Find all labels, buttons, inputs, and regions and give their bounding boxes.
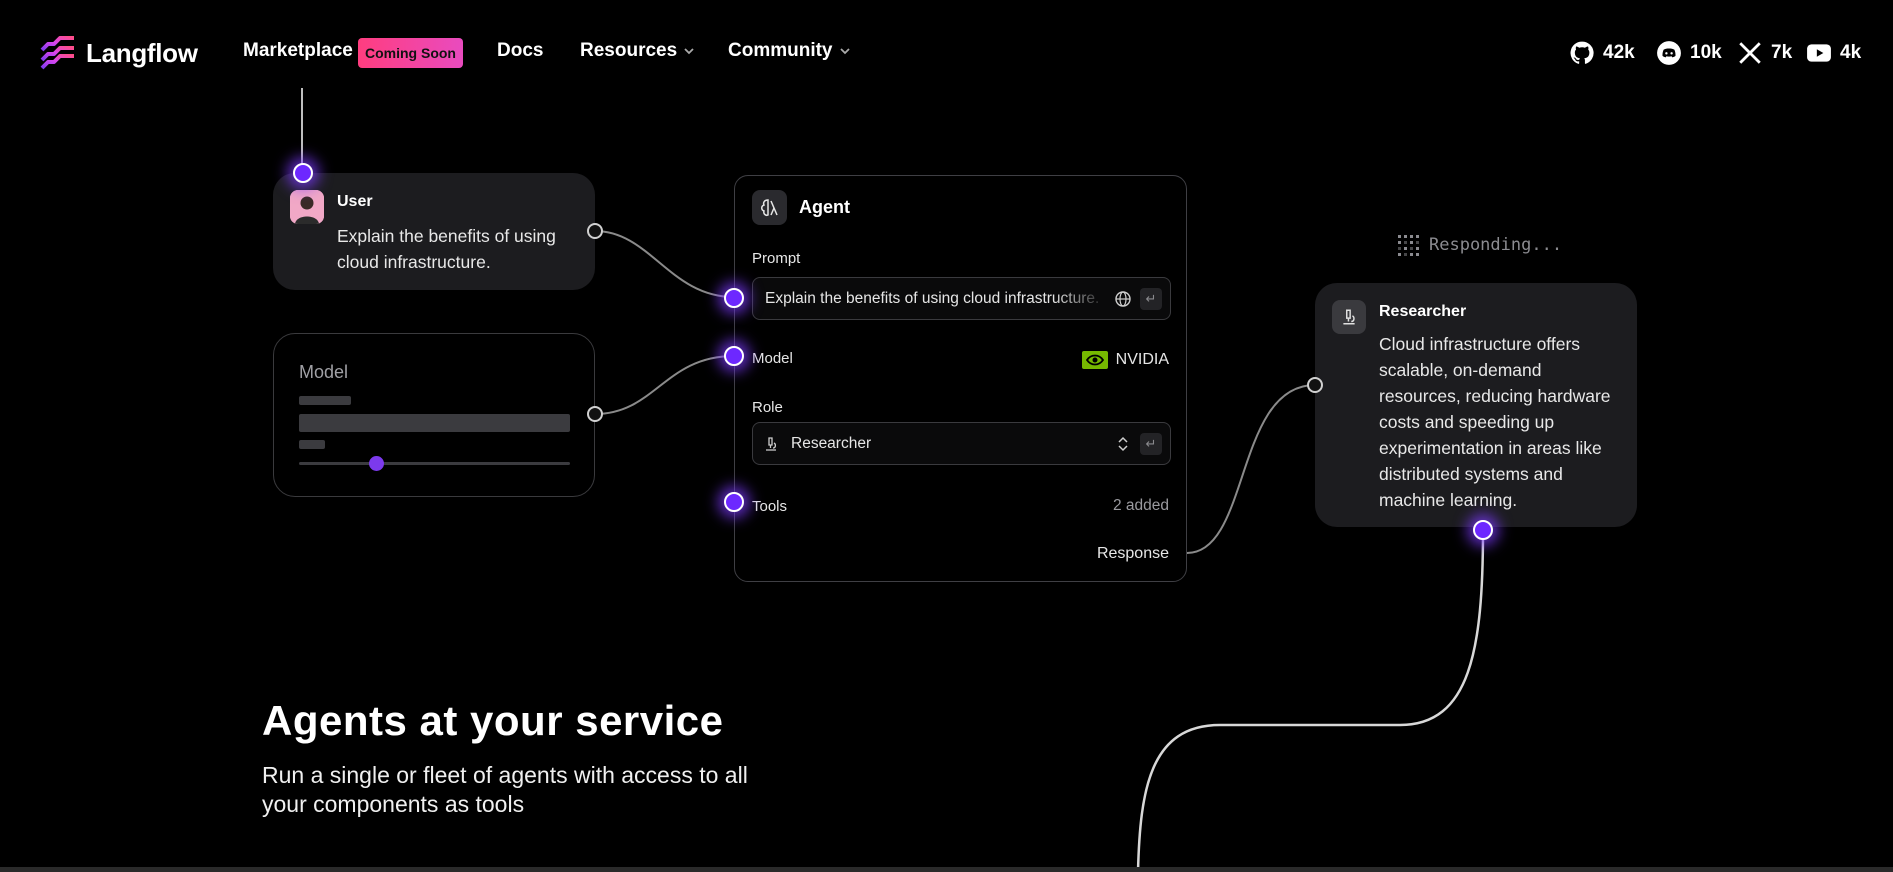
nav-docs[interactable]: Docs <box>497 40 543 62</box>
brand-name: Langflow <box>86 37 198 68</box>
model-slider-thumb[interactable] <box>369 456 384 471</box>
youtube-icon <box>1807 44 1831 62</box>
github-link[interactable]: 42k <box>1569 40 1635 66</box>
github-icon <box>1570 41 1594 64</box>
nav-community[interactable]: Community <box>728 40 851 62</box>
model-slider-track <box>299 462 570 465</box>
microscope-icon <box>766 437 777 451</box>
researcher-output-handle[interactable] <box>1473 520 1493 540</box>
nvidia-icon <box>1081 351 1108 369</box>
prompt-input-handle[interactable] <box>724 288 744 308</box>
microscope-icon <box>1343 309 1355 325</box>
chevron-down-icon <box>839 48 850 55</box>
bottom-divider <box>0 867 1893 872</box>
brain-icon <box>760 198 778 216</box>
nav-resources[interactable]: Resources <box>580 40 695 62</box>
user-avatar <box>290 190 324 224</box>
user-message-text: Explain the benefits of using cloud infr… <box>337 226 556 272</box>
nav-community-label: Community <box>728 40 833 61</box>
role-label: Role <box>752 399 783 416</box>
prompt-fade <box>1053 282 1109 315</box>
user-avatar-icon <box>290 190 324 224</box>
tools-label: Tools <box>752 498 788 515</box>
model-selected-label: NVIDIA <box>1115 351 1169 368</box>
nav-resources-label: Resources <box>580 40 678 61</box>
agent-node[interactable]: Agent Prompt Explain the benefits of usi… <box>734 175 1187 582</box>
hero-title: Agents at your service <box>262 697 724 744</box>
chevron-down-icon <box>684 48 694 55</box>
x-count: 7k <box>1771 42 1793 63</box>
agent-icon <box>752 190 787 225</box>
model-skeleton-field <box>299 414 570 432</box>
model-label: Model <box>752 350 793 367</box>
prompt-enter-icon[interactable]: ↵ <box>1140 288 1162 310</box>
discord-icon <box>1657 41 1681 65</box>
user-input-handle[interactable] <box>293 163 313 183</box>
youtube-link[interactable]: 4k <box>1806 40 1861 66</box>
model-output-handle[interactable] <box>587 406 603 422</box>
user-message-node[interactable]: User Explain the benefits of using cloud… <box>273 173 595 290</box>
github-count: 42k <box>1603 42 1635 63</box>
nav-marketplace[interactable]: Marketplace <box>243 40 353 62</box>
model-skeleton-line <box>299 440 325 449</box>
role-select-value: Researcher <box>791 435 872 452</box>
x-link[interactable]: 7k <box>1737 40 1792 66</box>
coming-soon-badge: Coming Soon <box>358 38 463 68</box>
agent-title: Agent <box>799 197 850 217</box>
model-input-handle[interactable] <box>724 346 744 366</box>
top-navigation: Langflow Marketplace Coming Soon Docs Re… <box>0 0 1893 106</box>
langflow-logo[interactable]: Langflow <box>40 36 198 70</box>
user-name: User <box>337 193 373 210</box>
chevron-updown-icon <box>1118 436 1128 452</box>
langflow-logo-icon <box>40 36 74 70</box>
researcher-avatar <box>1332 300 1366 334</box>
youtube-count: 4k <box>1840 42 1862 63</box>
model-skeleton-line <box>299 396 351 405</box>
researcher-input-handle[interactable] <box>1307 377 1323 393</box>
globe-icon[interactable] <box>1113 289 1133 309</box>
model-node-title: Model <box>299 362 349 382</box>
user-output-handle[interactable] <box>587 223 603 239</box>
prompt-label: Prompt <box>752 250 801 267</box>
prompt-input[interactable]: Explain the benefits of using cloud infr… <box>752 277 1171 320</box>
role-select[interactable]: Researcher ↵ <box>752 422 1171 465</box>
tools-input-handle[interactable] <box>724 492 744 512</box>
x-icon <box>1739 42 1761 64</box>
discord-count: 10k <box>1690 42 1722 63</box>
researcher-message-text: Cloud infrastructure offers scalable, on… <box>1379 334 1611 510</box>
model-node[interactable]: Model <box>273 333 595 497</box>
loading-dots-icon <box>1398 235 1419 256</box>
hero-subtitle: Run a single or fleet of agents with acc… <box>262 762 748 817</box>
tools-count[interactable]: 2 added <box>1113 497 1169 515</box>
model-selected[interactable]: NVIDIA <box>1081 351 1169 369</box>
responding-text: Responding... <box>1429 235 1563 255</box>
researcher-name: Researcher <box>1379 303 1467 320</box>
discord-link[interactable]: 10k <box>1656 40 1722 66</box>
response-output-label: Response <box>1096 545 1169 562</box>
researcher-response-node[interactable]: Researcher Cloud infrastructure offers s… <box>1315 283 1637 527</box>
responding-status: Responding... <box>1395 232 1562 258</box>
role-enter-icon[interactable]: ↵ <box>1140 433 1162 455</box>
